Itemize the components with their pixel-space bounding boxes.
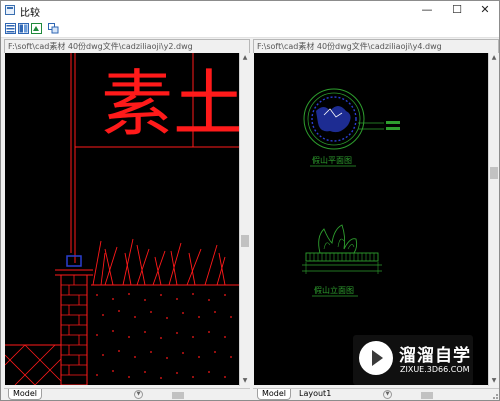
columns-icon[interactable]: [18, 23, 29, 34]
right-tab-layout1[interactable]: Layout1: [295, 389, 335, 400]
layout-split-icon[interactable]: [5, 23, 16, 34]
minimize-button[interactable]: —: [413, 1, 441, 20]
left-drawing: 素土: [5, 53, 239, 385]
scroll-up-icon[interactable]: ▲: [489, 53, 499, 63]
watermark-url: ZIXUE.3D66.COM: [400, 365, 470, 374]
big-red-text: 素土: [101, 62, 239, 146]
tab-dropdown-icon[interactable]: ▼: [134, 390, 143, 399]
watermark-badge: 溜溜自学 ZIXUE.3D66.COM: [353, 335, 473, 385]
watermark-play-icon: [359, 341, 393, 375]
left-horizontal-scrollbar[interactable]: [148, 390, 238, 400]
elevation-view-label: 假山立面图: [314, 285, 354, 295]
plan-view-label: 假山平面图: [312, 155, 352, 165]
right-horizontal-thumb[interactable]: [421, 392, 433, 399]
left-vertical-scrollbar[interactable]: ▲ ▼: [239, 53, 249, 386]
export-icon[interactable]: [31, 23, 42, 34]
watermark-brand: 溜溜自学: [399, 346, 471, 366]
tab-dropdown-icon[interactable]: ▼: [383, 390, 392, 399]
maximize-button[interactable]: ☐: [443, 1, 471, 20]
app-icon: [5, 5, 15, 15]
left-bottom-bar: Model ▼: [4, 388, 250, 400]
scroll-up-icon[interactable]: ▲: [240, 53, 250, 63]
right-file-path: F:\soft\cad素材 40份dwg文件\cadziliaoji\y4.dw…: [253, 39, 499, 53]
compare-window: 比较 — ☐ ✕ F:\soft\cad素材 40份dwg文件\cadzilia…: [0, 0, 500, 401]
left-drawing-pane: F:\soft\cad素材 40份dwg文件\cadziliaoji\y2.dw…: [4, 39, 250, 400]
title-bar: 比较 — ☐ ✕: [1, 1, 499, 20]
left-vertical-thumb[interactable]: [241, 235, 249, 247]
left-file-path: F:\soft\cad素材 40份dwg文件\cadziliaoji\y2.dw…: [4, 39, 250, 53]
left-cad-canvas[interactable]: 素土: [5, 53, 239, 385]
resize-grip-icon[interactable]: [489, 390, 499, 400]
left-tab-model[interactable]: Model: [8, 389, 43, 400]
right-vertical-thumb[interactable]: [490, 167, 498, 179]
right-horizontal-scrollbar[interactable]: [397, 390, 487, 400]
scroll-down-icon[interactable]: ▼: [489, 376, 499, 386]
scroll-down-icon[interactable]: ▼: [240, 376, 250, 386]
close-button[interactable]: ✕: [471, 1, 499, 20]
right-vertical-scrollbar[interactable]: ▲ ▼: [488, 53, 498, 386]
toolbar: [1, 20, 499, 38]
right-tab-model[interactable]: Model: [257, 389, 292, 400]
right-bottom-bar: Model Layout1 ▼: [253, 388, 499, 400]
compare-icon[interactable]: [48, 23, 59, 34]
window-title: 比较: [20, 8, 40, 19]
left-horizontal-thumb[interactable]: [172, 392, 184, 399]
